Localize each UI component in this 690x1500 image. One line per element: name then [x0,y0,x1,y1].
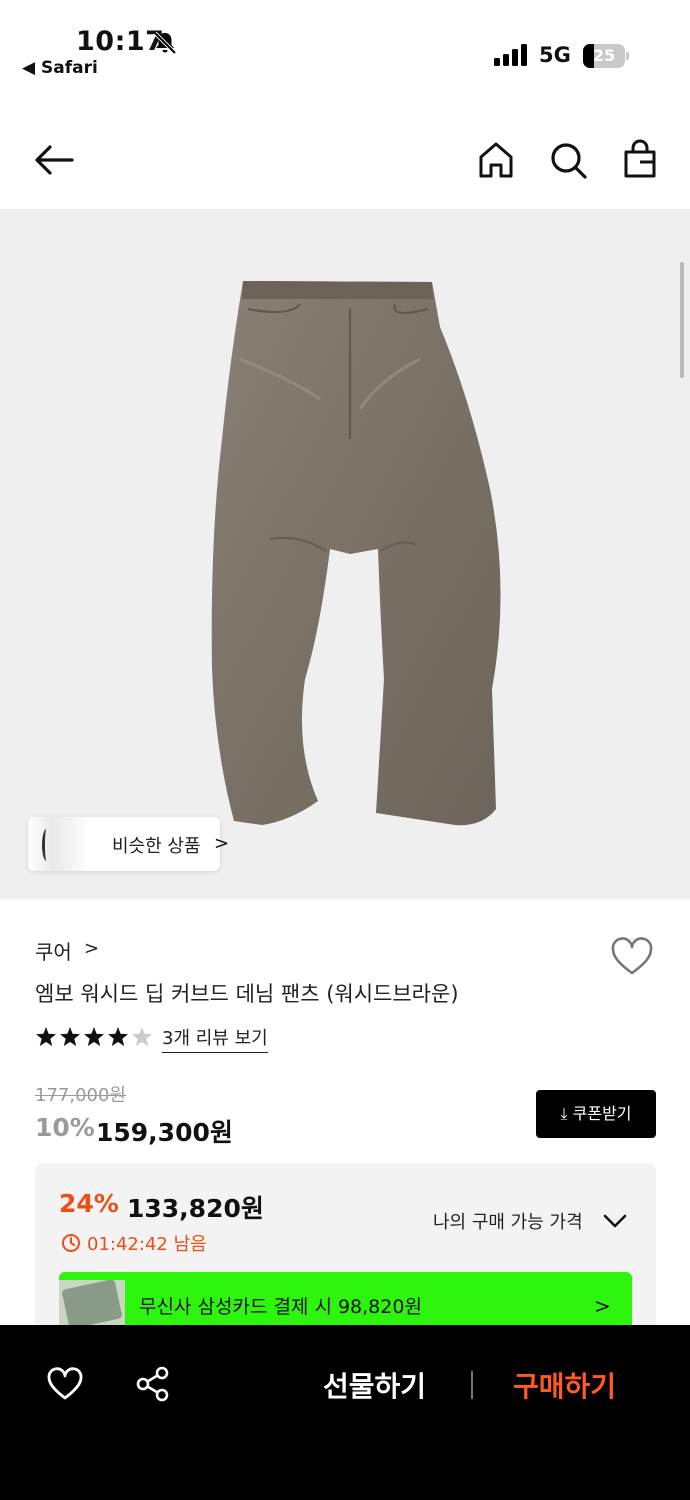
gift-button[interactable]: 선물하기 [323,1365,426,1405]
clock-icon [62,1234,80,1252]
card-offer-text: 무신사 삼성카드 결제 시 98,820원 [139,1296,422,1318]
back-arrow-icon[interactable] [32,138,76,182]
benefit-percent: 24% [59,1189,119,1218]
chevron-right-icon: > [84,938,100,959]
coupon-button[interactable]: ⤓ 쿠폰받기 [536,1090,656,1138]
heart-icon[interactable] [46,1367,84,1401]
rating-stars [36,1027,152,1046]
status-bar: 10:17 ◀ Safari 5G 25 [0,0,690,90]
benefit-box: 24% 133,820원 01:42:42 남음 나의 구매 가능 가격 무신사… [35,1163,656,1334]
shopping-bag-icon[interactable] [618,138,662,182]
chevron-right-icon: > [214,833,230,854]
top-nav [0,120,690,200]
brand-link[interactable]: 쿠어 [35,936,72,965]
battery-level: 25 [592,46,616,65]
product-title: 엠보 워시드 딥 커브드 데님 팬츠 (워시드브라운) [35,982,459,1006]
reviews-link[interactable]: 3개 리뷰 보기 [162,1024,268,1053]
my-price-toggle[interactable]: 나의 구매 가능 가격 [433,1208,583,1234]
sale-price: 159,300원 [96,1118,233,1147]
benefit-timer: 01:42:42 남음 [87,1234,207,1255]
share-icon[interactable] [134,1365,172,1403]
cell-signal-icon [494,44,527,66]
image-scrollbar[interactable] [680,262,684,378]
search-icon[interactable] [546,138,590,182]
bottom-action-bar: 선물하기 구매하기 [0,1325,690,1500]
divider [471,1371,473,1399]
chevron-down-icon[interactable] [603,1210,627,1230]
home-icon[interactable] [474,138,518,182]
buy-button[interactable]: 구매하기 [513,1365,616,1405]
network-type: 5G [539,43,571,67]
discount-rate: 10% [35,1113,95,1142]
back-to-app-link[interactable]: ◀ Safari [22,58,98,78]
similar-products-label: 비슷한 상품 [112,836,201,857]
similar-products-button[interactable]: 비슷한 상품 > [28,817,229,871]
battery-indicator: 25 [583,44,629,68]
denim-pants-image [211,281,501,826]
benefit-price: 133,820원 [127,1194,264,1223]
similar-thumbnail [28,817,90,871]
bell-muted-icon [153,31,177,55]
chevron-right-icon: > [594,1294,611,1318]
original-price: 177,000원 [35,1085,126,1106]
heart-icon[interactable] [610,936,654,976]
product-image[interactable] [0,209,690,899]
